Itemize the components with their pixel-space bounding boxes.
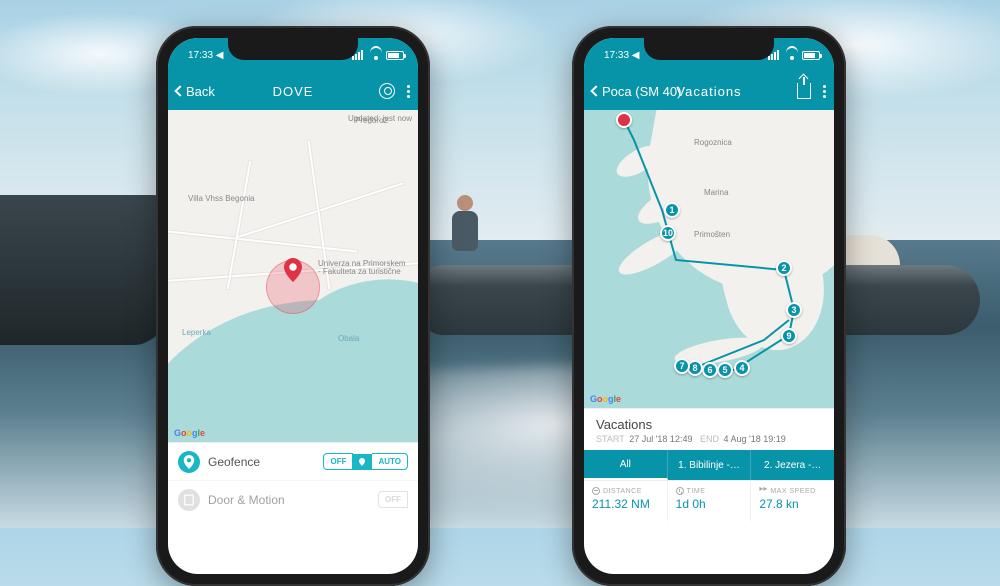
trip-title: Vacations (596, 417, 822, 432)
map-attribution: Google (590, 394, 621, 404)
waypoint[interactable]: 5 (717, 362, 733, 378)
nav-bar: Back DOVE (168, 72, 418, 110)
toggle-auto[interactable]: AUTO (372, 453, 408, 470)
geofence-label: Geofence (208, 455, 315, 469)
segment-tabs: All 1. Bibilinje -… 2. Jezera -… (584, 450, 834, 480)
back-label: Back (186, 84, 215, 99)
door-icon (178, 489, 200, 511)
device-notch (644, 38, 774, 60)
tab-segment-2[interactable]: 2. Jezera -… (751, 450, 834, 480)
speed-icon (759, 487, 767, 495)
phone-device-right: 17:33 ◀ Poca (SM 40) Vacations (572, 26, 846, 586)
chevron-left-icon (590, 85, 601, 96)
user-icon[interactable] (379, 83, 395, 99)
map-view[interactable]: Rogoznica Marina Primošten 1 10 2 3 9 4 … (584, 110, 834, 408)
door-label: Door & Motion (208, 493, 370, 507)
map-label: Leperka (182, 328, 211, 337)
distance-value: 211.32 NM (592, 497, 659, 511)
speed-label: MAX SPEED (770, 488, 815, 495)
share-icon[interactable] (797, 83, 811, 99)
time-label: TIME (687, 488, 706, 495)
chevron-left-icon (174, 85, 185, 96)
updated-label: Updated: just now (348, 114, 412, 123)
map-pin-icon[interactable] (284, 258, 302, 282)
waypoint-start[interactable] (616, 112, 632, 128)
waypoint[interactable]: 3 (786, 302, 802, 318)
map-attribution: Google (174, 428, 205, 438)
menu-icon[interactable] (823, 85, 826, 98)
start-value: 27 Jul '18 12:49 (629, 434, 692, 444)
toggle-location[interactable] (353, 454, 372, 470)
wifi-icon (786, 50, 798, 60)
distance-icon (592, 487, 600, 495)
toggle-off[interactable]: OFF (378, 491, 408, 508)
speed-value: 27.8 kn (759, 497, 826, 511)
menu-icon[interactable] (407, 85, 410, 98)
geofence-toggle[interactable]: OFF AUTO (323, 453, 408, 470)
row-geofence[interactable]: Geofence OFF AUTO (168, 442, 418, 480)
time-value: 1d 0h (676, 497, 743, 511)
waypoint[interactable]: 2 (776, 260, 792, 276)
map-label: Villa Vhss Begonia (188, 194, 255, 203)
waypoint[interactable]: 4 (734, 360, 750, 376)
battery-icon (802, 51, 820, 60)
toggle-off[interactable]: OFF (323, 453, 353, 470)
start-label: START (596, 434, 625, 444)
end-label: END (700, 434, 719, 444)
status-time: 17:33 ◀ (604, 50, 640, 61)
battery-icon (386, 51, 404, 60)
row-door-motion[interactable]: Door & Motion OFF (168, 480, 418, 518)
door-toggle[interactable]: OFF (378, 491, 408, 508)
map-label: Univerza na Primorskem - Fakulteta za tu… (318, 260, 408, 276)
waypoint[interactable]: 9 (781, 328, 797, 344)
background-scene (0, 0, 1000, 528)
trip-header: Vacations START 27 Jul '18 12:49 END 4 A… (584, 408, 834, 450)
map-label: Obala (338, 334, 359, 343)
geofence-icon (178, 451, 200, 473)
back-button[interactable]: Back (176, 84, 215, 99)
tab-all[interactable]: All (584, 450, 668, 480)
waypoint[interactable]: 10 (660, 225, 676, 241)
wifi-icon (370, 50, 382, 60)
end-value: 4 Aug '18 19:19 (724, 434, 786, 444)
trip-stats: DISTANCE 211.32 NM TIME 1d 0h MAX SPEED … (584, 480, 834, 521)
nav-title: Vacations (676, 84, 741, 99)
waypoint[interactable]: 6 (702, 362, 718, 378)
time-icon (676, 487, 684, 495)
status-time: 17:33 ◀ (188, 50, 224, 61)
nav-title: DOVE (273, 84, 314, 99)
distance-label: DISTANCE (603, 488, 642, 495)
waypoint[interactable]: 1 (664, 202, 680, 218)
map-view[interactable]: Updated: just now Preḏoro2 Villa Vhss Be… (168, 110, 418, 442)
tab-segment-1[interactable]: 1. Bibilinje -… (668, 450, 752, 480)
nav-bar: Poca (SM 40) Vacations (584, 72, 834, 110)
back-button[interactable]: Poca (SM 40) (592, 84, 681, 99)
back-label: Poca (SM 40) (602, 84, 681, 99)
device-notch (228, 38, 358, 60)
phone-device-left: 17:33 ◀ Back DOVE Updated: just now (156, 26, 430, 586)
waypoint[interactable]: 7 (674, 358, 690, 374)
